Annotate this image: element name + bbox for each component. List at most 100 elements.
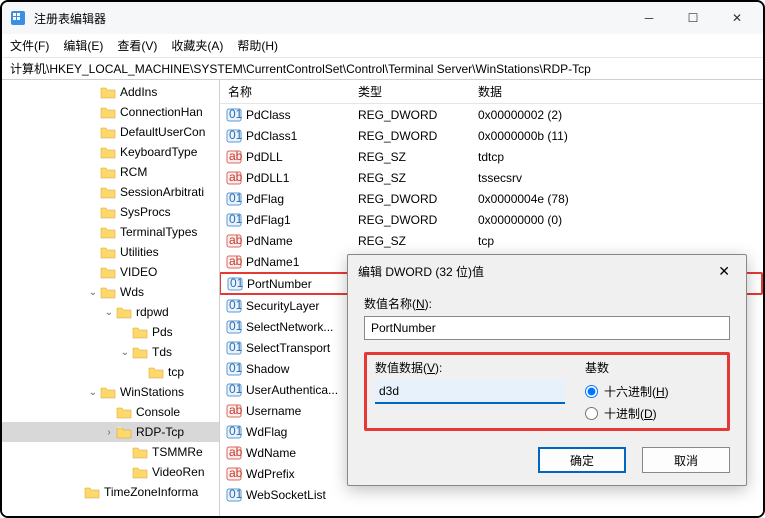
svg-text:ab: ab: [229, 233, 242, 247]
tree-item[interactable]: ⌄Tds: [2, 342, 219, 362]
folder-icon: [100, 245, 116, 259]
titlebar: 注册表编辑器 ─ ☐ ✕: [2, 2, 763, 34]
tree-label: TerminalTypes: [120, 225, 197, 239]
radio-dec[interactable]: 十进制(D): [585, 402, 719, 424]
tree-item[interactable]: SessionArbitrati: [2, 182, 219, 202]
value-data: tdtcp: [470, 150, 763, 164]
registry-value-row[interactable]: 011PdFlagREG_DWORD0x0000004e (78): [220, 188, 763, 209]
address-bar[interactable]: 计算机\HKEY_LOCAL_MACHINE\SYSTEM\CurrentCon…: [2, 58, 763, 80]
tree-item[interactable]: AddIns: [2, 82, 219, 102]
col-name[interactable]: 名称: [220, 83, 350, 100]
tree-label: VideoRen: [152, 465, 205, 479]
value-name: SelectNetwork...: [246, 320, 333, 334]
tree-label: WinStations: [120, 385, 184, 399]
string-value-icon: ab: [226, 170, 242, 186]
svg-text:011: 011: [229, 212, 242, 226]
tree-item[interactable]: ⌄Wds: [2, 282, 219, 302]
chevron-icon[interactable]: ›: [102, 427, 116, 438]
value-name: WdFlag: [246, 425, 287, 439]
tree-item[interactable]: SysProcs: [2, 202, 219, 222]
registry-value-row[interactable]: abPdDLL1REG_SZtssecsrv: [220, 167, 763, 188]
value-data: tcp: [470, 234, 763, 248]
tree-item[interactable]: Console: [2, 402, 219, 422]
chevron-icon[interactable]: ⌄: [102, 307, 116, 318]
tree-item[interactable]: DefaultUserCon: [2, 122, 219, 142]
tree-item[interactable]: Utilities: [2, 242, 219, 262]
binary-value-icon: 011: [226, 191, 242, 207]
col-data[interactable]: 数据: [470, 83, 763, 100]
chevron-icon[interactable]: ⌄: [86, 387, 100, 398]
app-icon: [10, 10, 26, 26]
value-name: PdFlag: [246, 192, 284, 206]
folder-icon: [116, 405, 132, 419]
string-value-icon: ab: [226, 466, 242, 482]
binary-value-icon: 011: [226, 107, 242, 123]
registry-value-row[interactable]: 011PdClassREG_DWORD0x00000002 (2): [220, 104, 763, 125]
value-data-input[interactable]: [375, 380, 565, 404]
tree-item[interactable]: tcp: [2, 362, 219, 382]
tree-item[interactable]: TimeZoneInforma: [2, 482, 219, 502]
tree-panel[interactable]: AddInsConnectionHanDefaultUserConKeyboar…: [2, 80, 220, 516]
minimize-button[interactable]: ─: [631, 4, 667, 32]
registry-value-row[interactable]: 011PdClass1REG_DWORD0x0000000b (11): [220, 125, 763, 146]
ok-button[interactable]: 确定: [538, 447, 626, 473]
folder-icon: [116, 305, 132, 319]
registry-value-row[interactable]: abPdDLLREG_SZtdtcp: [220, 146, 763, 167]
registry-value-row[interactable]: 011WebSocketList: [220, 484, 763, 505]
tree-label: Pds: [152, 325, 173, 339]
value-data: tssecsrv: [470, 171, 763, 185]
tree-item[interactable]: › RDP-Tcp: [2, 422, 219, 442]
menu-edit[interactable]: 编辑(E): [63, 37, 103, 54]
folder-icon: [132, 465, 148, 479]
radio-hex[interactable]: 十六进制(H): [585, 380, 719, 402]
tree-item[interactable]: ConnectionHan: [2, 102, 219, 122]
string-value-icon: ab: [226, 254, 242, 270]
tree-label: RDP-Tcp: [136, 425, 184, 439]
folder-icon: [100, 285, 116, 299]
maximize-button[interactable]: ☐: [675, 4, 711, 32]
tree-item[interactable]: ⌄ rdpwd: [2, 302, 219, 322]
value-name: SelectTransport: [246, 341, 330, 355]
dialog-close-button[interactable]: ✕: [712, 263, 736, 280]
menu-favorites[interactable]: 收藏夹(A): [171, 37, 223, 54]
svg-text:011: 011: [229, 298, 242, 312]
registry-value-row[interactable]: 011PdFlag1REG_DWORD0x00000000 (0): [220, 209, 763, 230]
close-button[interactable]: ✕: [719, 4, 755, 32]
tree-item[interactable]: VIDEO: [2, 262, 219, 282]
value-name: PdName: [246, 234, 293, 248]
cancel-button[interactable]: 取消: [642, 447, 730, 473]
registry-value-row[interactable]: abPdNameREG_SZtcp: [220, 230, 763, 251]
tree-item[interactable]: Pds: [2, 322, 219, 342]
tree-label: rdpwd: [136, 305, 169, 319]
binary-value-icon: 011: [226, 424, 242, 440]
tree-item[interactable]: VideoRen: [2, 462, 219, 482]
folder-icon: [100, 85, 116, 99]
folder-icon: [84, 485, 100, 499]
tree-item[interactable]: KeyboardType: [2, 142, 219, 162]
menu-help[interactable]: 帮助(H): [237, 37, 278, 54]
value-type: REG_DWORD: [350, 108, 470, 122]
binary-value-icon: 011: [226, 361, 242, 377]
binary-value-icon: 011: [226, 128, 242, 144]
folder-icon: [100, 125, 116, 139]
value-name: Username: [246, 404, 301, 418]
tree-item[interactable]: RCM: [2, 162, 219, 182]
value-type: REG_DWORD: [350, 213, 470, 227]
value-data: 0x00000002 (2): [470, 108, 763, 122]
value-name: WebSocketList: [246, 488, 326, 502]
col-type[interactable]: 类型: [350, 83, 470, 100]
value-name-input[interactable]: [364, 316, 730, 340]
tree-item[interactable]: ⌄ WinStations: [2, 382, 219, 402]
menu-view[interactable]: 查看(V): [117, 37, 157, 54]
menu-file[interactable]: 文件(F): [10, 37, 49, 54]
binary-value-icon: 011: [226, 319, 242, 335]
value-type: REG_DWORD: [350, 192, 470, 206]
tree-item[interactable]: TSMMRe: [2, 442, 219, 462]
tree-item[interactable]: TerminalTypes: [2, 222, 219, 242]
binary-value-icon: 011: [227, 276, 243, 292]
tree-label: VIDEO: [120, 265, 157, 279]
chevron-icon[interactable]: ⌄: [86, 287, 100, 298]
folder-icon: [148, 365, 164, 379]
chevron-icon[interactable]: ⌄: [118, 347, 132, 358]
string-value-icon: ab: [226, 445, 242, 461]
